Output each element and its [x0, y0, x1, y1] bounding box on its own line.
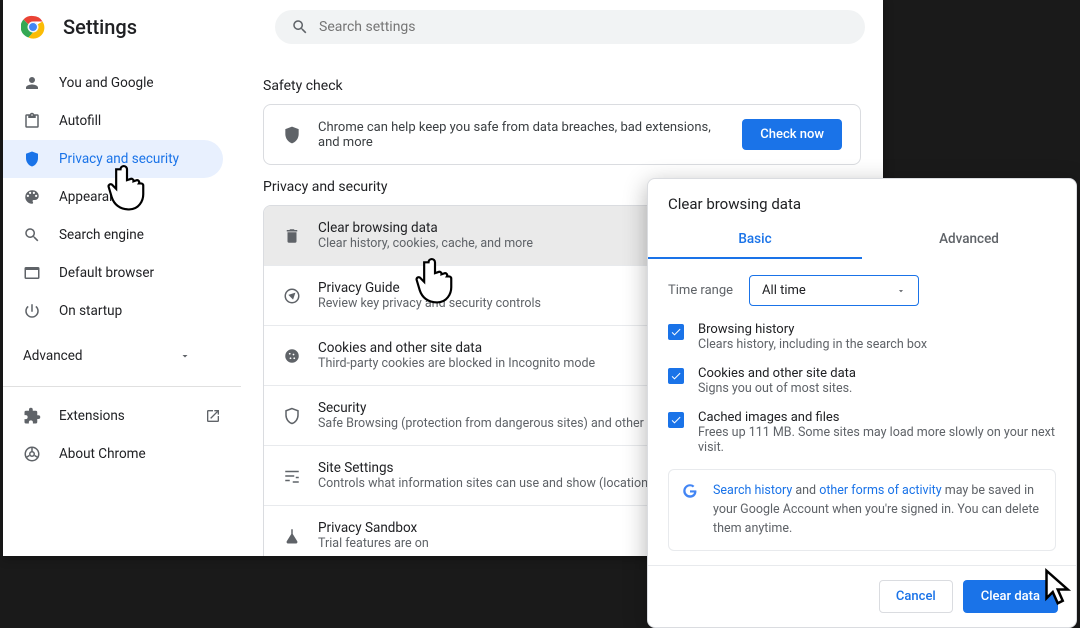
person-icon: [23, 74, 41, 92]
sidebar-item-label: You and Google: [59, 75, 154, 91]
sidebar-item-you-and-google[interactable]: You and Google: [3, 64, 223, 102]
about-label: About Chrome: [59, 446, 146, 462]
check-cookies[interactable]: Cookies and other site dataSigns you out…: [668, 366, 1056, 396]
sidebar: You and Google Autofill Privacy and secu…: [3, 54, 241, 556]
open-in-new-icon: [205, 408, 221, 424]
dialog-tabs: Basic Advanced: [648, 221, 1076, 259]
time-range-value: All time: [762, 283, 806, 298]
google-g-icon: [681, 482, 699, 538]
check-browsing-history[interactable]: Browsing historyClears history, includin…: [668, 322, 1056, 352]
sidebar-item-label: Privacy and security: [59, 151, 179, 167]
chevron-down-icon: [896, 286, 906, 296]
clear-data-button[interactable]: Clear data: [963, 580, 1058, 613]
tab-advanced[interactable]: Advanced: [862, 221, 1076, 259]
check-title: Cookies and other site data: [698, 366, 856, 381]
extensions-label: Extensions: [59, 408, 125, 424]
advanced-label: Advanced: [23, 348, 83, 364]
privacy-item-title: Cookies and other site data: [318, 340, 595, 356]
magnify-icon: [23, 226, 41, 244]
privacy-item-title: Privacy Guide: [318, 280, 541, 296]
search-icon: [291, 18, 309, 36]
checkbox-icon[interactable]: [668, 324, 684, 340]
power-icon: [23, 302, 41, 320]
checkbox-icon[interactable]: [668, 368, 684, 384]
topbar: Settings: [3, 0, 883, 54]
search-box[interactable]: [275, 10, 865, 44]
chevron-down-icon: [179, 350, 191, 362]
cookie-icon: [282, 347, 302, 365]
search-wrap: [275, 10, 865, 44]
sidebar-item-autofill[interactable]: Autofill: [3, 102, 223, 140]
flask-icon: [282, 527, 302, 545]
check-title: Cached images and files: [698, 410, 1056, 425]
check-sub: Frees up 111 MB. Some sites may load mor…: [698, 425, 1056, 455]
sidebar-item-default-browser[interactable]: Default browser: [3, 254, 223, 292]
privacy-item-title: Privacy Sandbox: [318, 520, 429, 536]
check-sub: Signs you out of most sites.: [698, 381, 856, 396]
palette-icon: [23, 188, 41, 206]
sidebar-divider: [3, 386, 241, 387]
sidebar-item-label: Appearance: [59, 189, 131, 205]
tab-basic[interactable]: Basic: [648, 221, 862, 259]
check-cached[interactable]: Cached images and filesFrees up 111 MB. …: [668, 410, 1056, 455]
safety-card: Chrome can help keep you safe from data …: [263, 104, 861, 165]
sidebar-advanced[interactable]: Advanced: [3, 336, 211, 376]
privacy-item-sub: Clear history, cookies, cache, and more: [318, 236, 533, 251]
sidebar-item-extensions[interactable]: Extensions: [3, 397, 241, 435]
check-sub: Clears history, including in the search …: [698, 337, 927, 352]
sliders-icon: [282, 467, 302, 485]
dialog-title: Clear browsing data: [648, 179, 1076, 221]
clipboard-icon: [23, 112, 41, 130]
chrome-outline-icon: [23, 445, 41, 463]
search-history-link[interactable]: Search history: [713, 483, 792, 498]
info-box: Search history and other forms of activi…: [668, 469, 1056, 551]
other-activity-link[interactable]: other forms of activity: [819, 483, 941, 498]
sidebar-item-label: Autofill: [59, 113, 101, 129]
clear-browsing-data-dialog: Clear browsing data Basic Advanced Time …: [647, 178, 1077, 628]
time-range-label: Time range: [668, 283, 733, 298]
sidebar-item-privacy-and-security[interactable]: Privacy and security: [3, 140, 223, 178]
sidebar-item-search-engine[interactable]: Search engine: [3, 216, 223, 254]
privacy-item-sub: Review key privacy and security controls: [318, 296, 541, 311]
safety-text: Chrome can help keep you safe from data …: [318, 120, 726, 150]
privacy-item-title: Clear browsing data: [318, 220, 533, 236]
shield-outline-icon: [282, 407, 302, 425]
check-now-button[interactable]: Check now: [742, 119, 842, 150]
privacy-item-sub: Third-party cookies are blocked in Incog…: [318, 356, 595, 371]
privacy-item-sub: Trial features are on: [318, 536, 429, 551]
sidebar-item-on-startup[interactable]: On startup: [3, 292, 223, 330]
sidebar-item-label: On startup: [59, 303, 122, 319]
page-title: Settings: [63, 15, 137, 39]
extension-icon: [23, 407, 41, 425]
chrome-logo-icon: [21, 15, 45, 39]
search-input[interactable]: [319, 19, 849, 35]
sidebar-item-appearance[interactable]: Appearance: [3, 178, 223, 216]
time-range-dropdown[interactable]: All time: [749, 275, 919, 306]
cancel-button[interactable]: Cancel: [879, 580, 953, 613]
checkbox-icon[interactable]: [668, 412, 684, 428]
sidebar-item-label: Default browser: [59, 265, 154, 281]
browser-icon: [23, 264, 41, 282]
info-mid: and: [792, 483, 819, 498]
safety-section-title: Safety check: [263, 78, 861, 94]
check-title: Browsing history: [698, 322, 927, 337]
shield-icon: [282, 125, 302, 145]
trash-icon: [282, 227, 302, 245]
sidebar-item-label: Search engine: [59, 227, 144, 243]
shield-icon: [23, 150, 41, 168]
sidebar-item-about-chrome[interactable]: About Chrome: [3, 435, 241, 473]
compass-icon: [282, 287, 302, 305]
